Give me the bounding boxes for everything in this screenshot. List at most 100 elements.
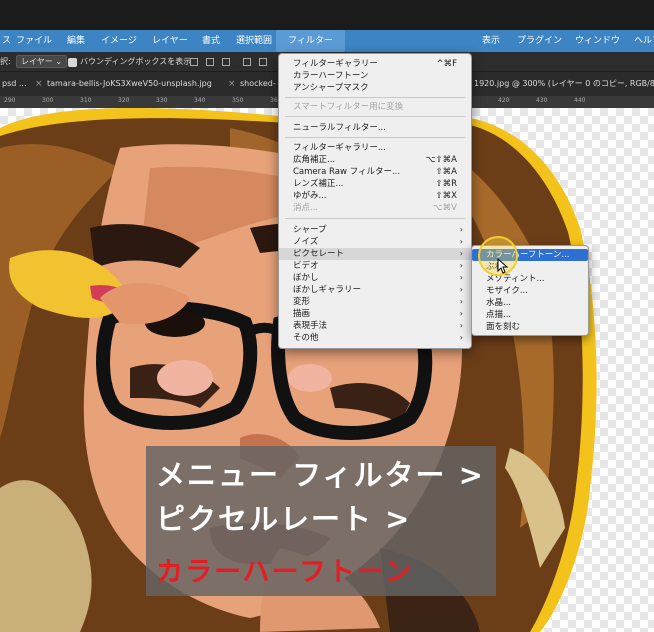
menu-item-color-halftone-recent[interactable]: カラーハーフトーン bbox=[279, 70, 471, 82]
menu-item-filter-gallery-recent[interactable]: フィルターギャラリー ^⌘F bbox=[279, 58, 471, 70]
menu-item-filter-gallery[interactable]: フィルターギャラリー... bbox=[279, 142, 471, 154]
menu-item-plugins[interactable]: プラグイン bbox=[511, 30, 568, 52]
tab-3-title[interactable]: shocked- bbox=[240, 72, 276, 96]
options-prefix: 択: bbox=[0, 57, 11, 66]
ruler-mark: 340 bbox=[194, 97, 206, 104]
tab-close-icon[interactable]: × bbox=[228, 72, 236, 96]
menu-item-lens-correction[interactable]: レンズ補正... ⇧⌘R bbox=[279, 178, 471, 190]
menu-item-convert-smart-filter: スマートフィルター用に変換 bbox=[279, 101, 471, 113]
align-left-icon[interactable] bbox=[190, 58, 198, 66]
menu-item-distort[interactable]: 変形 › bbox=[279, 296, 471, 308]
submenu-arrow-icon: › bbox=[459, 297, 463, 306]
submenu-arrow-icon: › bbox=[459, 237, 463, 246]
menu-item-label: フィルターギャラリー... bbox=[293, 143, 386, 153]
submenu-arrow-icon: › bbox=[459, 333, 463, 342]
menu-item-blur[interactable]: ぼかし › bbox=[279, 272, 471, 284]
menu-separator bbox=[285, 137, 465, 138]
chevron-down-icon: ⌄ bbox=[55, 57, 63, 66]
menu-item-view[interactable]: 表示 bbox=[476, 30, 506, 52]
ruler-mark: 430 bbox=[536, 97, 548, 104]
tab-2-title[interactable]: tamara-bellis-JoKS3XweV50-unsplash.jpg bbox=[47, 72, 212, 96]
menu-item-label: ニューラルフィルター... bbox=[293, 123, 386, 133]
menu-item-liquify[interactable]: ゆがみ... ⇧⌘X bbox=[279, 190, 471, 202]
photoshop-window: ス ファイル 編集 イメージ レイヤー 書式 選択範囲 フィルター 表示 プラグ… bbox=[0, 0, 654, 632]
menu-item-help[interactable]: ヘルプ bbox=[628, 30, 654, 52]
menu-item-camera-raw[interactable]: Camera Raw フィルター... ⇧⌘A bbox=[279, 166, 471, 178]
instruction-caption: メニュー フィルター > ピクセルレート > カラーハーフトーン bbox=[146, 446, 496, 596]
submenu-arrow-icon: › bbox=[459, 285, 463, 294]
menu-item-noise[interactable]: ノイズ › bbox=[279, 236, 471, 248]
menu-item-render[interactable]: 描画 › bbox=[279, 308, 471, 320]
menu-item-blur-gallery[interactable]: ぼかしギャラリー › bbox=[279, 284, 471, 296]
active-tab-title[interactable]: 1920.jpg @ 300% (レイヤー 0 のコピー, RGB/8# bbox=[474, 72, 654, 96]
menu-separator bbox=[285, 116, 465, 117]
menu-item-select[interactable]: 選択範囲 bbox=[230, 30, 278, 52]
menu-item-type[interactable]: 書式 bbox=[196, 30, 226, 52]
menu-item-label: ぼかし bbox=[293, 273, 319, 283]
menu-item-label: シャープ bbox=[293, 225, 327, 235]
align-center-icon[interactable] bbox=[206, 58, 214, 66]
submenu-arrow-icon: › bbox=[459, 225, 463, 234]
menu-item-window[interactable]: ウィンドウ bbox=[569, 30, 626, 52]
shortcut-label: ⌥⌘V bbox=[432, 203, 457, 213]
menu-item-neural-filters[interactable]: ニューラルフィルター... bbox=[279, 122, 471, 134]
submenu-item-pointillize[interactable]: 点描... bbox=[472, 309, 588, 321]
shortcut-label: ⇧⌘R bbox=[435, 179, 457, 189]
menu-item-sharpen[interactable]: シャープ › bbox=[279, 224, 471, 236]
cursor-pointer-icon bbox=[497, 258, 509, 274]
menu-item-unsharp-mask-recent[interactable]: アンシャープマスク bbox=[279, 82, 471, 94]
shortcut-label: ⇧⌘A bbox=[435, 167, 457, 177]
menu-item-file[interactable]: ファイル bbox=[10, 30, 58, 52]
menu-item-label: ビデオ bbox=[293, 261, 319, 271]
align-middle-icon[interactable] bbox=[259, 58, 267, 66]
menu-item-adaptive-wide-angle[interactable]: 広角補正... ⌥⇧⌘A bbox=[279, 154, 471, 166]
auto-select-dropdown[interactable]: レイヤー ⌄ bbox=[16, 55, 68, 68]
menu-item-label: 消点... bbox=[293, 203, 319, 213]
menu-item-edit[interactable]: 編集 bbox=[61, 30, 91, 52]
tab-1-title[interactable]: psd ... bbox=[2, 72, 27, 96]
menu-item-label: アンシャープマスク bbox=[293, 83, 369, 93]
submenu-item-facet[interactable]: 面を刻む bbox=[472, 321, 588, 333]
menu-item-filter[interactable]: フィルター bbox=[276, 30, 345, 52]
ruler-mark: 300 bbox=[42, 97, 54, 104]
menu-item-label: 広角補正... bbox=[293, 155, 336, 165]
shortcut-label: ^⌘F bbox=[436, 59, 457, 69]
caption-line-2: ピクセルレート > bbox=[156, 502, 412, 536]
ruler-mark: 320 bbox=[118, 97, 130, 104]
submenu-arrow-icon: › bbox=[459, 249, 463, 258]
submenu-arrow-icon: › bbox=[459, 321, 463, 330]
menu-item-vanishing-point: 消点... ⌥⌘V bbox=[279, 202, 471, 214]
ruler-mark: 310 bbox=[80, 97, 92, 104]
menu-item-pixelate[interactable]: ピクセレート › bbox=[279, 248, 471, 260]
ruler-mark: 290 bbox=[4, 97, 16, 104]
submenu-item-mosaic[interactable]: モザイク... bbox=[472, 285, 588, 297]
menu-item-stylize[interactable]: 表現手法 › bbox=[279, 320, 471, 332]
caption-line-3: カラーハーフトーン bbox=[156, 557, 414, 588]
shortcut-label: ⌥⇧⌘A bbox=[425, 155, 457, 165]
auto-select-value: レイヤー bbox=[21, 57, 53, 66]
shortcut-label: ⇧⌘X bbox=[435, 191, 457, 201]
checkbox-icon[interactable] bbox=[68, 58, 77, 67]
submenu-item-crystallize[interactable]: 水晶... bbox=[472, 297, 588, 309]
align-top-icon[interactable] bbox=[243, 58, 251, 66]
filter-dropdown-menu: フィルターギャラリー ^⌘F カラーハーフトーン アンシャープマスク スマートフ… bbox=[278, 53, 472, 349]
ruler-mark: 440 bbox=[574, 97, 586, 104]
submenu-arrow-icon: › bbox=[459, 309, 463, 318]
menu-item-label: Camera Raw フィルター... bbox=[293, 167, 401, 177]
ruler-mark: 420 bbox=[498, 97, 510, 104]
menu-item-image[interactable]: イメージ bbox=[95, 30, 143, 52]
menu-item-layer[interactable]: レイヤー bbox=[146, 30, 194, 52]
menu-item-label: 変形 bbox=[293, 297, 311, 307]
menu-item-other[interactable]: その他 › bbox=[279, 332, 471, 344]
menu-item-label: ゆがみ... bbox=[293, 191, 327, 201]
menu-separator bbox=[285, 97, 465, 98]
submenu-item-mezzotint[interactable]: メゾティント... bbox=[472, 273, 588, 285]
menu-item-video[interactable]: ビデオ › bbox=[279, 260, 471, 272]
menu-item-label: カラーハーフトーン bbox=[293, 71, 369, 81]
submenu-arrow-icon: › bbox=[459, 261, 463, 270]
menu-item-label: その他 bbox=[293, 333, 319, 343]
tab-close-icon[interactable]: × bbox=[35, 72, 43, 96]
align-right-icon[interactable] bbox=[222, 58, 230, 66]
menu-bar: ス ファイル 編集 イメージ レイヤー 書式 選択範囲 フィルター 表示 プラグ… bbox=[0, 30, 654, 52]
ruler-mark: 350 bbox=[232, 97, 244, 104]
